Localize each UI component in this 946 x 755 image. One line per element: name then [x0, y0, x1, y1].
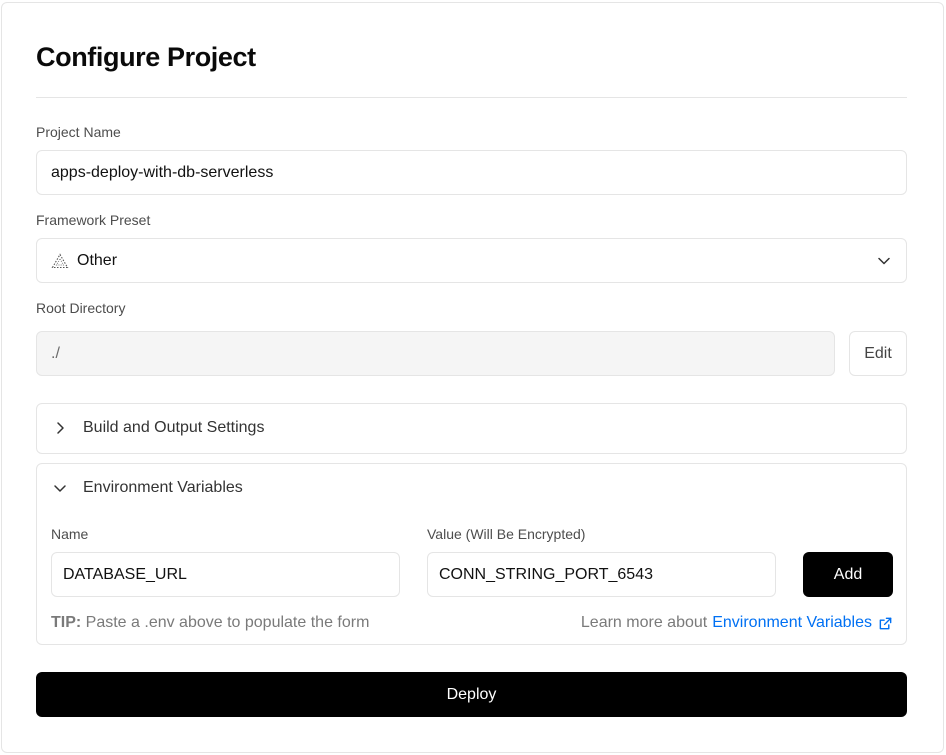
env-name-label: Name: [51, 526, 89, 542]
learn-more-prefix: Learn more about: [580, 614, 708, 631]
edit-root-directory-button[interactable]: Edit: [849, 331, 907, 376]
root-directory-label: Root Directory: [36, 300, 126, 316]
chevron-down-icon: [878, 257, 890, 265]
env-name-input[interactable]: DATABASE_URL: [51, 552, 400, 597]
env-value-label: Value (Will Be Encrypted): [427, 526, 586, 542]
deploy-button[interactable]: Deploy: [36, 672, 907, 717]
root-directory-input: ./: [36, 331, 835, 376]
triangle-warning-icon: [51, 252, 69, 268]
title-divider: [36, 97, 907, 98]
add-env-variable-button[interactable]: Add: [803, 552, 893, 597]
environment-variables-label: Environment Variables: [83, 479, 243, 496]
framework-preset-value: Other: [77, 251, 118, 269]
project-name-label: Project Name: [36, 124, 121, 140]
env-value-input[interactable]: CONN_STRING_PORT_6543: [427, 552, 776, 597]
chevron-right-icon: [57, 422, 64, 434]
project-name-value: apps-deploy-with-db-serverless: [51, 163, 274, 181]
tip-prefix: TIP:: [51, 614, 82, 631]
project-name-input[interactable]: apps-deploy-with-db-serverless: [36, 150, 907, 195]
env-tip: TIP: Paste a .env above to populate the …: [51, 614, 369, 632]
env-value-value: CONN_STRING_PORT_6543: [439, 565, 653, 583]
framework-preset-select[interactable]: Other: [36, 238, 907, 283]
root-directory-value: ./: [51, 344, 60, 362]
framework-preset-label: Framework Preset: [36, 212, 151, 228]
build-output-settings-label: Build and Output Settings: [83, 419, 265, 436]
build-output-settings-header[interactable]: Build and Output Settings: [51, 419, 264, 437]
env-name-value: DATABASE_URL: [63, 565, 187, 583]
build-output-settings-section[interactable]: Build and Output Settings: [36, 403, 907, 454]
chevron-down-icon: [54, 485, 66, 492]
environment-variables-header[interactable]: Environment Variables: [51, 479, 243, 497]
environment-variables-link[interactable]: Environment Variables: [712, 614, 872, 632]
tip-text: Paste a .env above to populate the form: [81, 614, 370, 631]
learn-more: Learn more about Environment Variables: [581, 614, 893, 632]
external-link-icon[interactable]: [878, 616, 893, 631]
page-title: Configure Project: [36, 42, 256, 72]
